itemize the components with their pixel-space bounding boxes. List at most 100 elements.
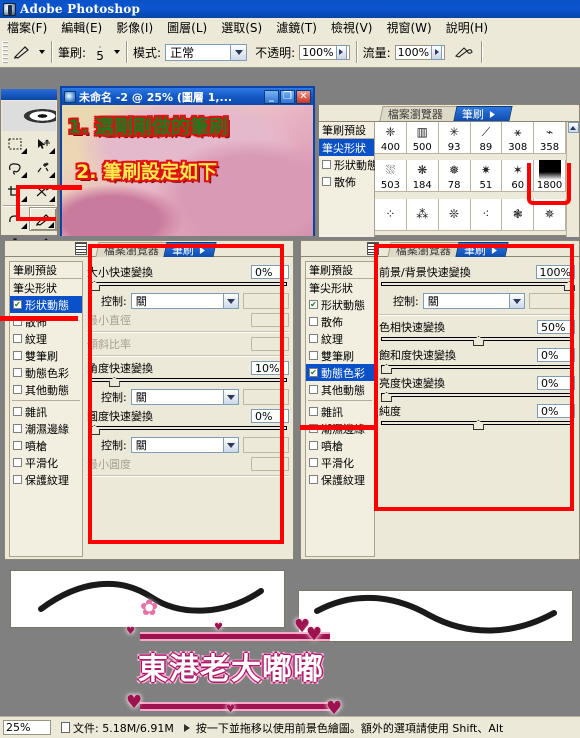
brush-option-list-top[interactable]: 筆刷預設 筆尖形狀 形狀動態 散佈	[319, 122, 378, 237]
checkbox-checked[interactable]: ✔	[309, 368, 318, 377]
size-jitter-value[interactable]: 0%	[251, 265, 289, 279]
checkbox[interactable]	[13, 441, 22, 450]
list-item-other-dynamics[interactable]: 其他動態	[306, 381, 374, 398]
list-item-brush-tip-shape[interactable]: 筆尖形狀	[319, 139, 374, 156]
list-item-shape-dynamics[interactable]: ✔ 形狀動態	[306, 296, 374, 313]
tab-brushes[interactable]: 筆刷	[163, 242, 217, 257]
menu-item-layer[interactable]: 圖層(L)	[160, 18, 214, 37]
foreground-background-jitter-slider[interactable]	[381, 280, 575, 291]
checkbox-checked[interactable]: ✔	[309, 300, 318, 309]
angle-control-select[interactable]: 關	[130, 389, 239, 405]
brightness-jitter-slider[interactable]	[381, 391, 573, 402]
list-item-wet-edges[interactable]: 潮濕邊緣	[306, 420, 374, 437]
minimize-button[interactable]: _	[264, 89, 279, 104]
chevron-down-icon[interactable]	[509, 294, 524, 308]
tab-brushes[interactable]: 筆刷	[455, 242, 509, 257]
list-item-dual-brush[interactable]: 雙筆刷	[306, 347, 374, 364]
brush-option-list-left[interactable]: 筆刷預設 筆尖形狀 ✔ 形狀動態 散佈 紋理 雙筆刷 動態色彩 其他動態 雜訊 潮…	[9, 261, 83, 557]
list-item-protect-texture[interactable]: 保護紋理	[10, 471, 82, 488]
hue-jitter-value[interactable]: 50%	[537, 320, 575, 334]
paintbrush-icon[interactable]	[11, 40, 35, 64]
brush-cell[interactable]: ⛆ 503	[375, 160, 407, 193]
checkbox[interactable]	[13, 317, 22, 326]
document-size-info[interactable]: 文件: 5.18M/6.91M	[61, 720, 174, 736]
tab-file-browser[interactable]: 檔案瀏覽器	[95, 242, 169, 257]
checkbox[interactable]	[13, 475, 22, 484]
list-item-smoothing[interactable]: 平滑化	[306, 454, 374, 471]
checkbox[interactable]	[322, 160, 331, 169]
lasso-tool[interactable]	[1, 156, 29, 180]
tab-brushes[interactable]: 筆刷	[453, 106, 513, 121]
checkbox[interactable]	[309, 334, 318, 343]
checkbox[interactable]	[13, 368, 22, 377]
menubar[interactable]: 檔案(F) 編輯(E) 影像(I) 圖層(L) 選取(S) 濾鏡(T) 檢視(V…	[0, 18, 580, 38]
brush-cell[interactable]: ⁘	[375, 198, 407, 231]
roundness-jitter-value[interactable]: 0%	[251, 409, 289, 423]
checkbox[interactable]	[13, 385, 22, 394]
menu-item-window[interactable]: 視窗(W)	[379, 18, 438, 37]
airbrush-icon[interactable]	[451, 40, 475, 64]
list-item-shape-dynamics[interactable]: ✔ 形狀動態	[10, 296, 82, 313]
document-titlebar[interactable]: 未命名 -2 @ 25% (圖層 1,... _ ❐ ✕	[62, 88, 313, 105]
list-item-airbrush[interactable]: 噴槍	[306, 437, 374, 454]
brush-cell[interactable]: ❃	[502, 198, 535, 231]
color-control-select[interactable]: 關	[422, 293, 525, 309]
checkbox[interactable]	[309, 424, 318, 433]
foreground-background-jitter-value[interactable]: 100%	[535, 265, 575, 279]
palette-menu-icon[interactable]	[367, 242, 379, 255]
list-item-other-dynamics[interactable]: 其他動態	[10, 381, 82, 398]
brush-option-list-right[interactable]: 筆刷預設 筆尖形狀 ✔ 形狀動態 散佈 紋理 雙筆刷 ✔ 動態色彩 其他動態 雜訊 …	[305, 261, 375, 557]
list-item-scattering[interactable]: 散佈	[306, 313, 374, 330]
brush-cell[interactable]: ✵	[534, 198, 566, 231]
tool-preset-chevron-icon[interactable]	[39, 50, 45, 54]
brush-cell-1800[interactable]: 1800	[534, 160, 566, 193]
tab-file-browser[interactable]: 檔案瀏覽器	[387, 242, 461, 257]
document-canvas[interactable]: 1. 選剛剛做的筆刷 2. 筆刷設定如下	[62, 105, 313, 236]
angle-jitter-value[interactable]: 10%	[251, 361, 289, 375]
brush-cell[interactable]: ❈ 400	[375, 122, 407, 154]
purity-value[interactable]: 0%	[537, 404, 575, 418]
slice-tool[interactable]	[29, 180, 57, 204]
list-item-shape-dynamics[interactable]: 形狀動態	[319, 156, 378, 173]
opacity-field[interactable]: 100%	[299, 44, 350, 60]
hue-jitter-slider[interactable]	[381, 335, 573, 346]
flow-field[interactable]: 100%	[394, 44, 446, 60]
menu-item-view[interactable]: 檢視(V)	[324, 18, 380, 37]
marquee-tool[interactable]	[1, 132, 29, 156]
brush-grid-scrollbar[interactable]	[566, 122, 579, 237]
saturation-jitter-value[interactable]: 0%	[537, 348, 575, 362]
menu-item-image[interactable]: 影像(I)	[109, 18, 160, 37]
menu-item-filter[interactable]: 濾鏡(T)	[269, 18, 324, 37]
list-item-texture[interactable]: 紋理	[10, 330, 82, 347]
brush-cell[interactable]: ✶ 60	[502, 160, 535, 193]
list-item-scattering[interactable]: 散佈	[10, 313, 82, 330]
brush-cell[interactable]: ✳ 93	[438, 122, 471, 154]
checkbox[interactable]	[309, 441, 318, 450]
menu-item-edit[interactable]: 編輯(E)	[54, 18, 109, 37]
size-jitter-slider[interactable]	[89, 280, 287, 291]
brush-cell[interactable]: ⁂	[406, 198, 439, 231]
play-arrow-icon[interactable]	[183, 723, 190, 732]
list-item-brush-presets[interactable]: 筆刷預設	[319, 122, 374, 139]
brush-cell[interactable]: ✷ 51	[470, 160, 503, 193]
magic-wand-tool[interactable]	[29, 156, 57, 180]
list-item-dual-brush[interactable]: 雙筆刷	[10, 347, 82, 364]
brush-cell[interactable]: ❅ 78	[438, 160, 471, 193]
angle-jitter-slider[interactable]	[89, 376, 287, 387]
options-bar-grip[interactable]	[2, 41, 8, 63]
size-control-select[interactable]: 關	[130, 293, 239, 309]
brush-preset-grid[interactable]: ❈ 400 ▥ 500 ✳ 93 ⟋ 89 ⚹ 308 ⌁ 358 ⛆ 503 ❋ 184 ❅ 7…	[375, 122, 566, 237]
maximize-button[interactable]: ❐	[280, 89, 295, 104]
chevron-down-icon[interactable]	[223, 390, 238, 404]
brush-cell[interactable]: ⚹ 308	[502, 122, 535, 154]
brush-cell[interactable]: ▥ 500	[406, 122, 439, 154]
zoom-level-field[interactable]: 25%	[3, 720, 51, 735]
checkbox[interactable]	[309, 317, 318, 326]
paintbrush-tool[interactable]	[29, 207, 57, 231]
flow-slider-arrow-icon[interactable]	[431, 44, 443, 60]
list-item-brush-presets[interactable]: 筆刷預設	[306, 262, 374, 279]
opacity-slider-arrow-icon[interactable]	[335, 44, 347, 60]
list-item-smoothing[interactable]: 平滑化	[10, 454, 82, 471]
list-item-noise[interactable]: 雜訊	[10, 403, 82, 420]
checkbox[interactable]	[13, 351, 22, 360]
